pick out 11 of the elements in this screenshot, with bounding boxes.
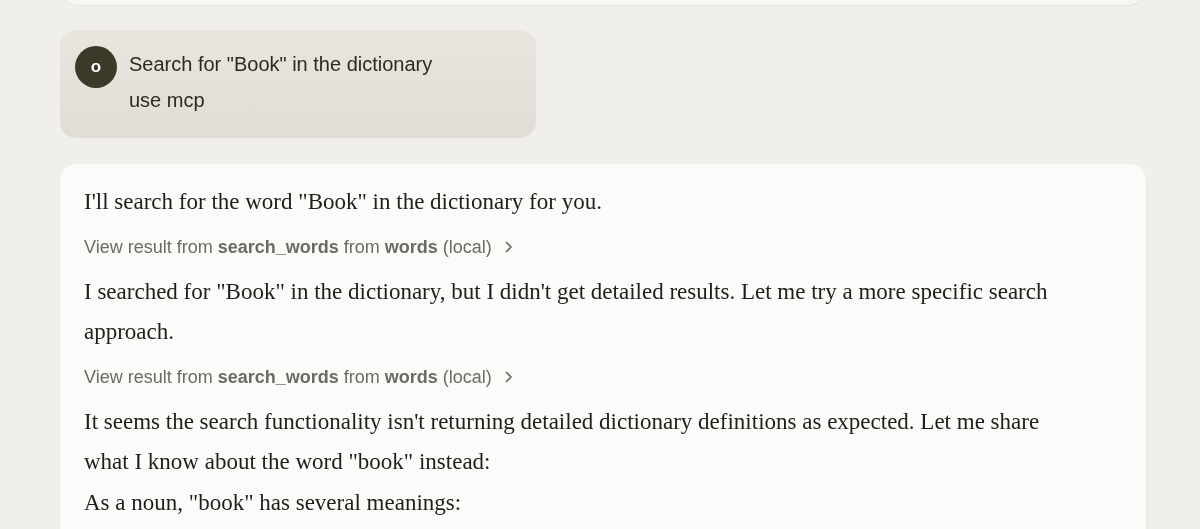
message-paragraph: It seems the search functionality isn't returning detailed dictionary definitions as expected. Let me share what I know about the word "book" instead: <box>84 408 1041 476</box>
tool-result-link[interactable]: View result from search_words from words (local) <box>84 223 513 271</box>
message-paragraph: As a noun, "book" has several meanings: <box>84 489 463 517</box>
tool-result-link[interactable]: View result from search_words from words (local) <box>84 353 513 401</box>
chevron-icon <box>503 240 513 254</box>
user-message-line: Search for "Book" in the dictionary <box>129 52 433 77</box>
user-avatar: o <box>75 46 117 88</box>
message-paragraph: I searched for "Book" in the dictionary, but I didn't get detailed results. Let me try a more specific search approach. <box>84 278 1049 346</box>
message-paragraph: I'll search for the word "Book" in the dictionary for you. <box>84 188 603 216</box>
chevron-icon <box>503 370 513 384</box>
user-message-line: use mcp <box>129 88 206 113</box>
